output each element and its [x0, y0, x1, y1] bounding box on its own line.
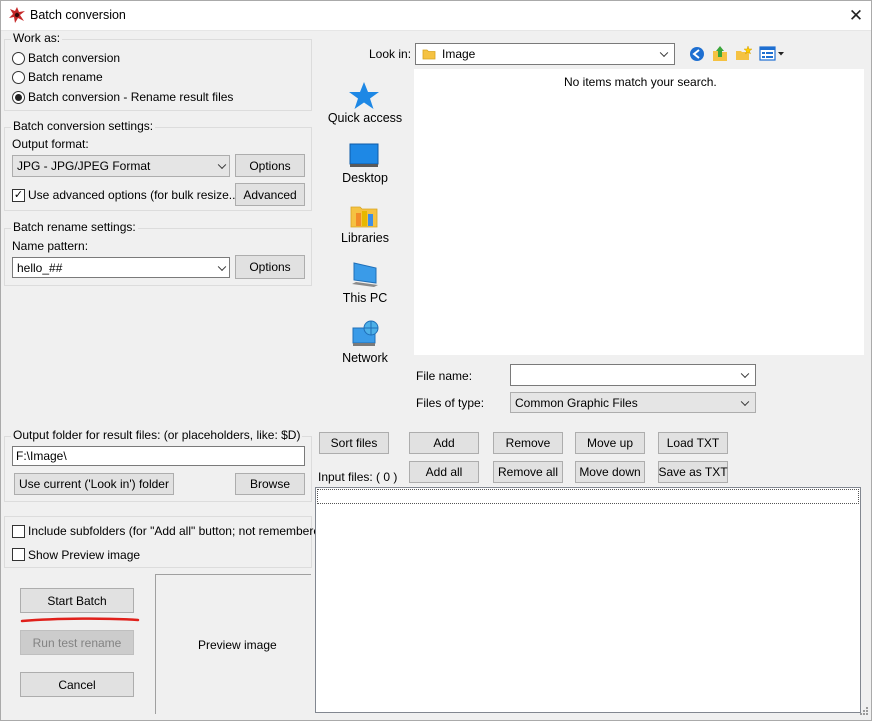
place-network[interactable]: Network — [320, 312, 410, 370]
output-format-value: JPG - JPG/JPEG Format — [17, 159, 151, 173]
places-bar: Quick access Desktop Libraries This PC N… — [320, 72, 410, 372]
files-of-type-value: Common Graphic Files — [515, 395, 638, 410]
input-files-label: Input files: ( 0 ) — [318, 470, 398, 484]
folder-icon — [422, 49, 436, 60]
desktop-icon — [349, 143, 379, 167]
chevron-down-icon — [217, 262, 227, 271]
add-button[interactable]: Add — [409, 432, 479, 454]
output-folder-legend: Output folder for result files: (or plac… — [11, 428, 303, 442]
name-pattern-value: hello_## — [17, 260, 63, 275]
remove-button[interactable]: Remove — [493, 432, 563, 454]
show-preview-label[interactable]: Show Preview image — [28, 548, 140, 562]
output-folder-input[interactable]: F:\Image\ — [12, 446, 305, 466]
radio-batch-rename[interactable] — [12, 71, 25, 84]
network-icon — [352, 320, 379, 346]
show-preview-checkbox[interactable] — [12, 548, 25, 561]
include-subfolders-checkbox[interactable] — [12, 525, 25, 538]
place-label: This PC — [342, 291, 388, 305]
checkmark-icon: ✓ — [13, 189, 24, 201]
chevron-down-icon — [217, 160, 227, 170]
radio-batch-rename-label[interactable]: Batch rename — [28, 70, 103, 84]
advanced-button[interactable]: Advanced — [235, 183, 305, 206]
output-format-select[interactable]: JPG - JPG/JPEG Format — [12, 155, 230, 177]
work-as-legend: Work as: — [11, 31, 63, 45]
star-icon — [349, 82, 379, 109]
app-logo-icon — [9, 7, 25, 23]
place-libraries[interactable]: Libraries — [320, 192, 410, 250]
libraries-icon — [350, 206, 378, 228]
input-files-list[interactable] — [315, 487, 861, 713]
view-menu-icon[interactable] — [759, 46, 785, 62]
file-name-label: File name: — [416, 369, 473, 383]
advanced-options-label[interactable]: Use advanced options (for bulk resize...… — [28, 188, 243, 202]
radio-batch-conversion-label[interactable]: Batch conversion — [28, 51, 120, 65]
place-label: Network — [342, 351, 388, 365]
move-down-button[interactable]: Move down — [575, 461, 645, 483]
up-folder-icon[interactable] — [712, 45, 728, 62]
include-subfolders-label[interactable]: Include subfolders (for "Add all" button… — [28, 524, 331, 538]
files-of-type-label: Files of type: — [416, 396, 485, 410]
advanced-options-checkbox[interactable]: ✓ — [12, 189, 25, 202]
close-icon: ✕ — [848, 6, 864, 25]
conversion-settings-legend: Batch conversion settings: — [11, 119, 156, 133]
empty-message: No items match your search. — [564, 75, 717, 89]
files-of-type-select[interactable]: Common Graphic Files — [510, 392, 756, 413]
run-test-rename-button[interactable]: Run test rename — [20, 630, 134, 655]
name-pattern-label: Name pattern: — [12, 239, 89, 253]
window-title: Batch conversion — [30, 8, 126, 22]
format-options-button[interactable]: Options — [235, 154, 305, 177]
rename-settings-legend: Batch rename settings: — [11, 220, 138, 234]
new-folder-icon[interactable] — [735, 45, 753, 62]
resize-grip-icon[interactable] — [857, 706, 869, 718]
place-quick-access[interactable]: Quick access — [320, 72, 410, 130]
start-batch-button[interactable]: Start Batch — [20, 588, 134, 613]
radio-conversion-rename[interactable] — [12, 91, 25, 104]
chevron-down-icon — [740, 397, 750, 406]
preview-label: Preview image — [198, 638, 277, 652]
look-in-select[interactable]: Image — [415, 43, 675, 65]
radio-conversion-rename-label[interactable]: Batch conversion - Rename result files — [28, 90, 233, 104]
radio-batch-conversion[interactable] — [12, 52, 25, 65]
use-current-folder-button[interactable]: Use current ('Look in') folder — [14, 473, 174, 495]
place-desktop[interactable]: Desktop — [320, 132, 410, 190]
place-label: Libraries — [341, 231, 389, 245]
cancel-button[interactable]: Cancel — [20, 672, 134, 697]
rename-options-button[interactable]: Options — [235, 255, 305, 279]
place-label: Quick access — [327, 111, 403, 125]
remove-all-button[interactable]: Remove all — [493, 461, 563, 483]
focus-rect — [317, 489, 859, 504]
load-txt-button[interactable]: Load TXT — [658, 432, 728, 454]
red-underline-annotation — [20, 617, 140, 623]
place-label: Desktop — [342, 171, 388, 185]
name-pattern-combo[interactable]: hello_## — [12, 257, 230, 278]
move-up-button[interactable]: Move up — [575, 432, 645, 454]
computer-icon — [352, 262, 378, 287]
look-in-value: Image — [442, 47, 476, 61]
add-all-button[interactable]: Add all — [409, 461, 479, 483]
close-button[interactable]: ✕ — [840, 2, 872, 30]
output-format-label: Output format: — [12, 137, 89, 151]
place-this-pc[interactable]: This PC — [320, 252, 410, 310]
browse-button[interactable]: Browse — [235, 473, 305, 495]
file-name-input[interactable] — [510, 364, 756, 386]
back-icon[interactable] — [689, 46, 705, 62]
file-list[interactable] — [414, 69, 864, 355]
sort-files-button[interactable]: Sort files — [319, 432, 389, 454]
save-as-txt-button[interactable]: Save as TXT — [658, 461, 728, 483]
title-bar — [0, 0, 872, 31]
chevron-down-icon — [659, 48, 669, 58]
chevron-down-icon — [740, 369, 750, 379]
look-in-label: Look in: — [369, 47, 412, 61]
